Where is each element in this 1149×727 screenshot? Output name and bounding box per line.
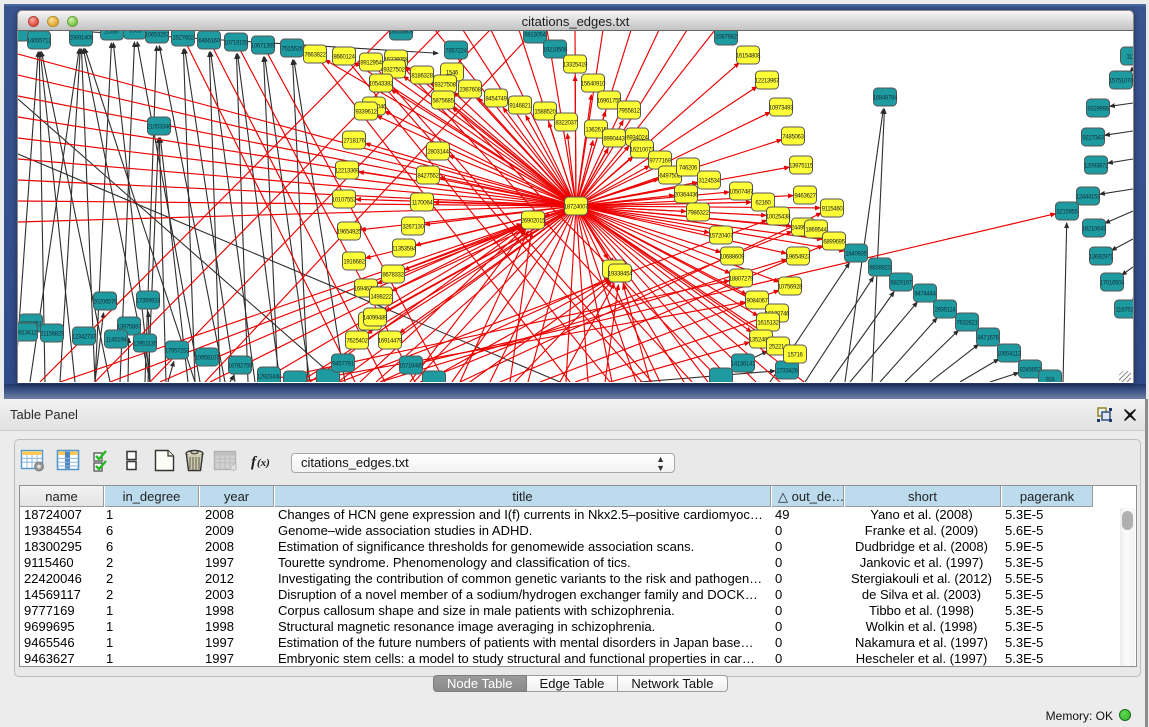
svg-text:13692971: 13692971 xyxy=(1089,255,1114,261)
svg-text:9474444: 9474444 xyxy=(914,292,936,298)
svg-text:10107552: 10107552 xyxy=(332,198,357,204)
svg-text:1640935: 1640935 xyxy=(845,252,867,258)
svg-text:17016504: 17016504 xyxy=(1100,281,1125,287)
svg-text:16914479: 16914479 xyxy=(378,339,403,345)
svg-text:6899695: 6899695 xyxy=(823,240,845,246)
svg-text:20206576: 20206576 xyxy=(93,300,118,306)
svg-text:7986322: 7986322 xyxy=(687,211,709,217)
svg-text:9457791: 9457791 xyxy=(332,362,354,368)
svg-text:10654112: 10654112 xyxy=(997,352,1022,358)
svg-text:19654925: 19654925 xyxy=(337,230,362,236)
svg-text:9084067: 9084067 xyxy=(746,299,768,305)
svg-text:1167533: 1167533 xyxy=(1116,308,1134,314)
svg-text:3267130: 3267130 xyxy=(402,225,424,231)
svg-text:10958107: 10958107 xyxy=(195,356,220,362)
svg-text:7625402: 7625402 xyxy=(346,339,368,345)
svg-text:(x): (x) xyxy=(257,457,270,469)
svg-text:10507487: 10507487 xyxy=(729,190,754,196)
svg-text:18724007: 18724007 xyxy=(564,205,589,211)
svg-text:8471676: 8471676 xyxy=(977,336,999,342)
svg-text:14136141: 14136141 xyxy=(731,362,756,368)
svg-text:1145194: 1145194 xyxy=(106,338,128,344)
svg-text:8678332: 8678332 xyxy=(382,273,404,279)
svg-text:9115460: 9115460 xyxy=(822,207,844,213)
svg-text:3913412: 3913412 xyxy=(17,331,38,337)
svg-text:10688609: 10688609 xyxy=(720,255,745,261)
svg-text:19338454: 19338454 xyxy=(608,272,633,278)
svg-text:19654923: 19654923 xyxy=(786,255,811,261)
svg-text:7632621: 7632621 xyxy=(956,321,978,327)
svg-text:21156829: 21156829 xyxy=(40,332,65,338)
svg-text:18807279: 18807279 xyxy=(729,277,754,283)
svg-text:14099489: 14099489 xyxy=(363,316,388,322)
svg-text:15716: 15716 xyxy=(787,353,803,359)
svg-text:924: 924 xyxy=(1045,378,1055,383)
svg-text:20364436: 20364436 xyxy=(674,193,699,199)
svg-text:1498222: 1498222 xyxy=(370,295,392,301)
svg-text:10025438: 10025438 xyxy=(766,215,791,221)
svg-text:17359924: 17359924 xyxy=(136,299,161,305)
svg-text:62160: 62160 xyxy=(755,201,771,207)
svg-text:12444151: 12444151 xyxy=(1076,195,1101,201)
svg-text:1916682: 1916682 xyxy=(343,260,365,266)
svg-text:1615132: 1615132 xyxy=(757,321,779,327)
svg-text:15720407: 15720407 xyxy=(709,234,734,240)
svg-text:16210643: 16210643 xyxy=(1082,227,1107,233)
svg-text:17957253: 17957253 xyxy=(165,349,190,355)
svg-text:15716485: 15716485 xyxy=(399,364,424,370)
svg-text:8938923: 8938923 xyxy=(869,266,891,272)
svg-text:10756928: 10756928 xyxy=(778,285,803,291)
svg-text:6829197: 6829197 xyxy=(890,281,912,287)
svg-text:1112: 1112 xyxy=(1126,55,1134,61)
svg-text:12342737: 12342737 xyxy=(72,335,97,341)
svg-text:3215955: 3215955 xyxy=(1056,210,1078,216)
svg-text:2935114: 2935114 xyxy=(935,308,957,314)
svg-text:26902015: 26902015 xyxy=(521,219,546,225)
svg-text:12951135: 12951135 xyxy=(133,342,158,348)
svg-text:11353594: 11353594 xyxy=(392,247,417,253)
svg-text:1170064: 1170064 xyxy=(412,201,434,207)
svg-text:12923448: 12923448 xyxy=(257,375,282,381)
svg-text:1733426: 1733426 xyxy=(776,369,798,375)
svg-text:9463627: 9463627 xyxy=(794,194,816,200)
svg-text:16782759: 16782759 xyxy=(228,364,253,370)
